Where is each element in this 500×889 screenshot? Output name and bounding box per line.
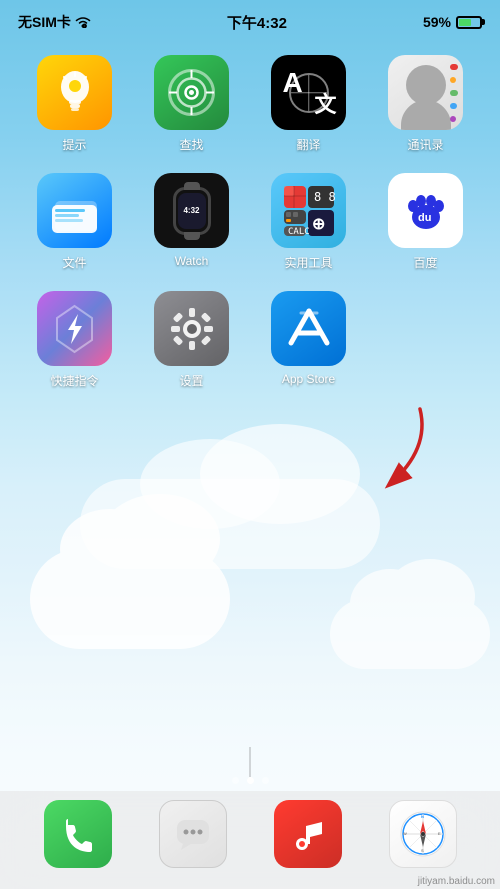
dock-messages[interactable] bbox=[159, 800, 227, 868]
app-baidu[interactable]: du 百度 bbox=[371, 173, 480, 271]
app-watch-label: Watch bbox=[175, 254, 209, 268]
app-fanyi[interactable]: A 文 翻译 bbox=[254, 55, 363, 153]
app-baidu-icon: du bbox=[388, 173, 463, 248]
watch-face: 4:32 bbox=[173, 187, 211, 235]
phone-icon bbox=[58, 814, 98, 854]
app-chazhao[interactable]: 查找 bbox=[137, 55, 246, 153]
baidu-icon: du bbox=[397, 182, 455, 240]
app-tishi-label: 提示 bbox=[62, 136, 86, 153]
page-dot-2[interactable] bbox=[262, 777, 269, 784]
watermark: jitiyam.baidu.com bbox=[418, 876, 495, 887]
svg-text:W: W bbox=[403, 831, 407, 836]
battery-icon bbox=[456, 16, 482, 29]
svg-text:N: N bbox=[421, 814, 424, 819]
app-tishi-icon bbox=[37, 55, 112, 130]
page-dot-0[interactable] bbox=[232, 777, 239, 784]
dock-music[interactable] bbox=[274, 800, 342, 868]
watch-time-display: 4:32 bbox=[183, 206, 199, 215]
dock-safari-icon: N S E W bbox=[389, 800, 457, 868]
app-shiyong-icon: 8 8 ⊕ CALC bbox=[271, 173, 346, 248]
contacts-avatar bbox=[406, 65, 446, 105]
appstore-icon bbox=[283, 303, 335, 355]
app-shiyong-label: 实用工具 bbox=[284, 254, 332, 271]
app-tishi[interactable]: 提示 bbox=[20, 55, 129, 153]
cloud-right bbox=[330, 599, 490, 669]
page-indicator-line bbox=[250, 747, 251, 777]
svg-text:S: S bbox=[421, 848, 424, 853]
carrier-text: 无SIM卡 bbox=[18, 12, 71, 32]
app-fanyi-icon: A 文 bbox=[271, 55, 346, 130]
app-kuaijie-label: 快捷指令 bbox=[50, 372, 98, 389]
translate-box: A 文 bbox=[275, 59, 343, 127]
tab-orange bbox=[450, 77, 456, 83]
app-kuaijie-icon bbox=[37, 291, 112, 366]
app-appstore-label: App Store bbox=[282, 372, 335, 386]
dock-music-icon bbox=[274, 800, 342, 868]
status-time: 下午4:32 bbox=[227, 12, 287, 33]
tab-blue bbox=[450, 103, 457, 109]
contacts-body bbox=[401, 100, 451, 130]
files-icon bbox=[47, 183, 102, 238]
svg-text:8 8: 8 8 bbox=[314, 190, 336, 204]
app-wenjian[interactable]: 文件 bbox=[20, 173, 129, 271]
battery-fill bbox=[459, 19, 471, 26]
translate-zh-char: 文 bbox=[314, 87, 336, 119]
annotation-arrow bbox=[340, 399, 440, 499]
status-bar: 无SIM卡 下午4:32 59% bbox=[0, 0, 500, 44]
app-shezhi-icon bbox=[154, 291, 229, 366]
app-shezhi[interactable]: 设置 bbox=[137, 291, 246, 389]
app-grid: 提示 查找 A 文 翻译 bbox=[0, 55, 500, 389]
messages-icon bbox=[173, 814, 213, 854]
utility-icon: 8 8 ⊕ CALC bbox=[279, 181, 339, 241]
svg-text:du: du bbox=[418, 212, 431, 224]
cloud-left bbox=[30, 549, 230, 649]
tab-red bbox=[450, 64, 458, 70]
safari-icon: N S E W bbox=[396, 807, 450, 861]
dock-phone-icon bbox=[44, 800, 112, 868]
app-shezhi-label: 设置 bbox=[179, 372, 203, 389]
app-watch[interactable]: 4:32 Watch bbox=[137, 173, 246, 271]
shortcuts-icon bbox=[52, 304, 97, 354]
app-wenjian-label: 文件 bbox=[62, 254, 86, 271]
app-tongxunlu-label: 通讯录 bbox=[407, 136, 443, 153]
svg-text:⊕: ⊕ bbox=[312, 216, 325, 233]
findmy-icon bbox=[164, 65, 219, 120]
translate-a-letter: A bbox=[283, 67, 303, 99]
settings-icon bbox=[167, 304, 217, 354]
app-appstore[interactable]: App Store bbox=[254, 291, 363, 389]
page-dots bbox=[0, 777, 500, 784]
app-tongxunlu[interactable]: 通讯录 bbox=[371, 55, 480, 153]
svg-text:CALC: CALC bbox=[288, 227, 310, 237]
app-fanyi-label: 翻译 bbox=[296, 136, 320, 153]
dock-safari[interactable]: N S E W bbox=[389, 800, 457, 868]
page-dot-1[interactable] bbox=[247, 777, 254, 784]
contacts-tabs bbox=[450, 55, 460, 130]
app-kuaijie[interactable]: 快捷指令 bbox=[20, 291, 129, 389]
dock: N S E W bbox=[0, 791, 500, 889]
watch-screen: 4:32 bbox=[178, 193, 206, 229]
wifi-icon bbox=[75, 16, 91, 28]
tab-green bbox=[450, 90, 458, 96]
status-left: 无SIM卡 bbox=[18, 12, 91, 32]
app-chazhao-icon bbox=[154, 55, 229, 130]
tab-purple bbox=[450, 116, 456, 122]
music-icon bbox=[288, 814, 328, 854]
app-appstore-icon bbox=[271, 291, 346, 366]
bulb-icon bbox=[54, 69, 96, 117]
app-shiyong[interactable]: 8 8 ⊕ CALC 实用工具 bbox=[254, 173, 363, 271]
dock-messages-icon bbox=[159, 800, 227, 868]
status-right: 59% bbox=[423, 14, 482, 30]
svg-text:E: E bbox=[438, 831, 441, 836]
app-chazhao-label: 查找 bbox=[179, 136, 203, 153]
app-watch-icon: 4:32 bbox=[154, 173, 229, 248]
dock-phone[interactable] bbox=[44, 800, 112, 868]
app-tongxunlu-icon bbox=[388, 55, 463, 130]
app-baidu-label: 百度 bbox=[413, 254, 437, 271]
app-wenjian-icon bbox=[37, 173, 112, 248]
battery-percentage: 59% bbox=[423, 14, 451, 30]
